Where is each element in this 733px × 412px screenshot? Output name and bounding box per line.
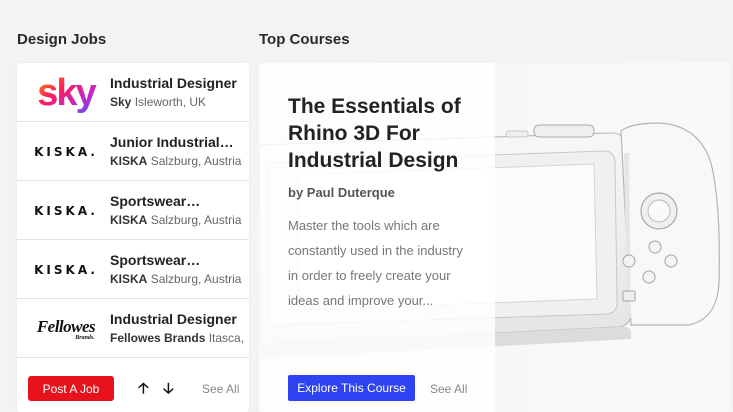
job-title[interactable]: Sportswear… — [110, 252, 245, 268]
job-meta: Fellowes Brands Itasca, IL — [110, 331, 245, 345]
job-listing[interactable]: sky Industrial Designer Sky Isleworth, U… — [17, 63, 249, 122]
explore-course-button[interactable]: Explore This Course — [288, 375, 415, 401]
course-title[interactable]: The Essentials of Rhino 3D For Industria… — [288, 93, 478, 174]
svg-text:sky: sky — [37, 72, 96, 114]
job-title[interactable]: Industrial Designer — [110, 75, 245, 91]
kiska-logo-text: KISKA. — [34, 145, 98, 159]
course-description: Master the tools which are constantly us… — [288, 218, 463, 308]
job-company: KISKA — [110, 154, 148, 168]
top-courses-heading: Top Courses — [259, 31, 350, 48]
job-company: KISKA — [110, 272, 148, 286]
design-jobs-heading: Design Jobs — [17, 31, 107, 48]
job-location: Salzburg, Austria — [150, 272, 242, 286]
arrow-up-icon[interactable]: 🡡 — [138, 378, 149, 403]
job-location: Salzburg, Austria — [150, 154, 242, 168]
job-location: Isleworth, UK — [134, 95, 207, 109]
job-company: Fellowes Brands — [110, 331, 206, 345]
job-title[interactable]: Industrial Designer — [110, 311, 245, 327]
sky-logo: sky — [25, 71, 107, 115]
arrow-down-icon[interactable]: 🡣 — [163, 378, 174, 403]
job-listing[interactable]: KISKA. Sportswear… KISKA Salzburg, Austr… — [17, 181, 249, 240]
kiska-logo-text: KISKA. — [34, 263, 98, 277]
jobs-footer: Post A Job 🡡 🡣 See All — [17, 363, 249, 412]
courses-see-all-link[interactable]: See All — [430, 382, 467, 396]
kiska-logo: KISKA. — [25, 189, 107, 233]
post-a-job-button[interactable]: Post A Job — [28, 376, 114, 401]
job-title[interactable]: Sportswear… — [110, 193, 245, 209]
job-listing[interactable]: KISKA. Sportswear… KISKA Salzburg, Austr… — [17, 240, 249, 299]
job-company: KISKA — [110, 213, 148, 227]
sky-logo-mark: sky — [37, 72, 98, 114]
course-author: by Paul Duterque — [288, 185, 395, 200]
job-meta: KISKA Salzburg, Austria — [110, 154, 245, 168]
job-location: Salzburg, Austria — [150, 213, 242, 227]
fellowes-logo-text: Fellowes Brands. — [36, 316, 96, 341]
job-listing[interactable]: Fellowes Brands. Industrial Designer Fell… — [17, 299, 249, 358]
fellowes-logo-sub: Brands. — [75, 334, 95, 341]
job-location: Itasca, IL — [208, 331, 245, 345]
kiska-logo-text: KISKA. — [34, 204, 98, 218]
job-company: Sky — [110, 95, 132, 109]
job-title[interactable]: Junior Industrial… — [110, 134, 245, 150]
job-meta: KISKA Salzburg, Austria — [110, 213, 245, 227]
fellowes-logo: Fellowes Brands. — [25, 307, 107, 351]
course-card: The Essentials of Rhino 3D For Industria… — [259, 63, 730, 412]
fellowes-logo-word: Fellowes — [36, 316, 96, 336]
kiska-logo: KISKA. — [25, 130, 107, 174]
job-listing[interactable]: KISKA. Junior Industrial… KISKA Salzburg… — [17, 122, 249, 181]
kiska-logo: KISKA. — [25, 248, 107, 292]
design-jobs-panel: sky Industrial Designer Sky Isleworth, U… — [17, 63, 249, 412]
jobs-see-all-link[interactable]: See All — [202, 382, 239, 396]
job-meta: Sky Isleworth, UK — [110, 95, 245, 109]
job-meta: KISKA Salzburg, Austria — [110, 272, 245, 286]
